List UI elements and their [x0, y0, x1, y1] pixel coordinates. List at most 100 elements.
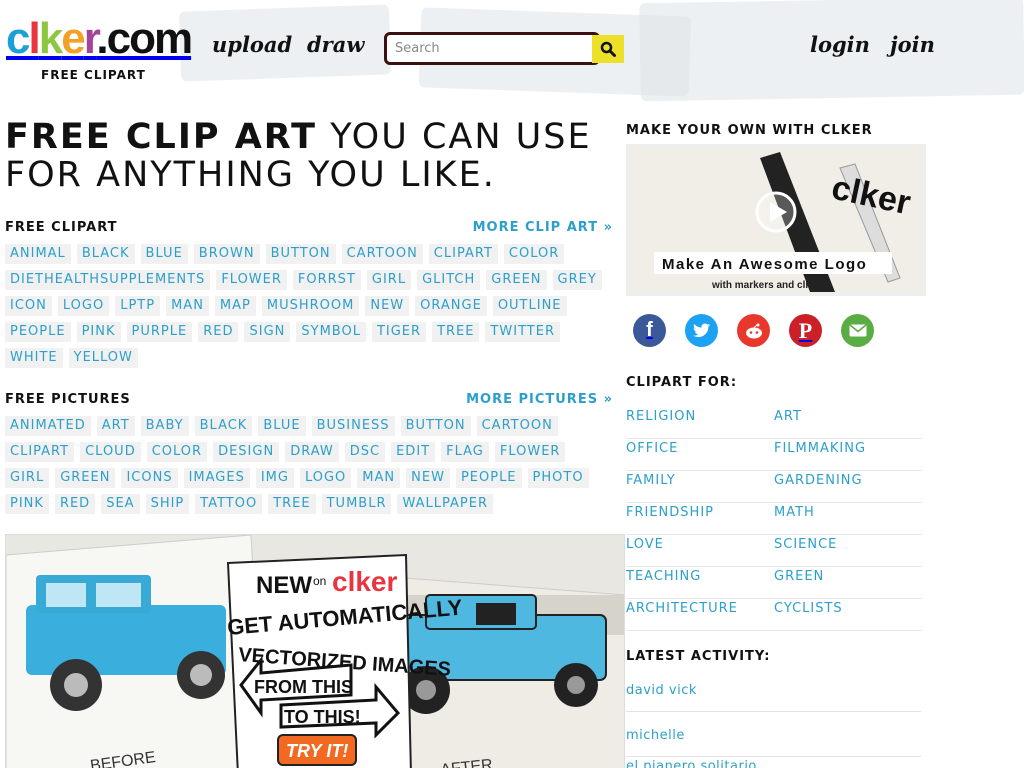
- category-link[interactable]: FRIENDSHIP: [626, 503, 774, 535]
- reddit-share-button[interactable]: [737, 314, 770, 347]
- category-link[interactable]: SCIENCE: [774, 535, 922, 567]
- tag-link[interactable]: GIRL: [366, 270, 412, 290]
- tag-link[interactable]: WALLPAPER: [397, 494, 493, 514]
- search-input[interactable]: [387, 35, 597, 62]
- site-logo[interactable]: clker.com FREE CLIPART: [6, 14, 193, 86]
- tag-link[interactable]: FLOWER: [494, 442, 566, 462]
- tag-link[interactable]: DESIGN: [213, 442, 280, 462]
- tag-link[interactable]: MUSHROOM: [261, 296, 360, 316]
- tag-link[interactable]: FORRST: [292, 270, 361, 290]
- category-link[interactable]: GREEN: [774, 567, 922, 599]
- tag-link[interactable]: COLOR: [146, 442, 208, 462]
- tag-link[interactable]: TWITTER: [485, 322, 560, 342]
- vectorize-promo-banner[interactable]: NEW on clker GET AUTOMATICALLY VECTORIZE…: [5, 534, 625, 768]
- login-link[interactable]: login: [810, 32, 870, 57]
- tag-link[interactable]: YELLOW: [68, 348, 138, 368]
- tag-link[interactable]: ICON: [5, 296, 52, 316]
- draw-link[interactable]: draw: [307, 32, 364, 57]
- category-link[interactable]: FILMMAKING: [774, 439, 922, 471]
- tag-link[interactable]: PHOTO: [527, 468, 589, 488]
- tag-link[interactable]: SHIP: [145, 494, 190, 514]
- join-link[interactable]: join: [890, 32, 935, 57]
- tag-link[interactable]: LPTP: [115, 296, 161, 316]
- tag-link[interactable]: CARTOON: [341, 244, 423, 264]
- tag-link[interactable]: BLUE: [258, 416, 306, 436]
- tag-link[interactable]: BLACK: [194, 416, 253, 436]
- tag-link[interactable]: OUTLINE: [492, 296, 567, 316]
- tag-link[interactable]: GREEN: [486, 270, 547, 290]
- tag-link[interactable]: ANIMAL: [5, 244, 71, 264]
- tag-link[interactable]: CARTOON: [476, 416, 558, 436]
- tag-link[interactable]: BLACK: [76, 244, 135, 264]
- tag-link[interactable]: ANIMATED: [5, 416, 91, 436]
- tag-link[interactable]: MAN: [357, 468, 401, 488]
- tag-link[interactable]: BROWN: [193, 244, 260, 264]
- tag-link[interactable]: ICONS: [121, 468, 178, 488]
- tag-link[interactable]: ART: [96, 416, 135, 436]
- tag-link[interactable]: BUTTON: [400, 416, 471, 436]
- tag-link[interactable]: FLOWER: [216, 270, 287, 290]
- tag-link[interactable]: GREEN: [55, 468, 116, 488]
- tag-link[interactable]: RED: [54, 494, 96, 514]
- tag-link[interactable]: IMAGES: [183, 468, 250, 488]
- tag-link[interactable]: PEOPLE: [5, 322, 71, 342]
- tag-link[interactable]: GREY: [552, 270, 602, 290]
- tag-link[interactable]: SIGN: [244, 322, 291, 342]
- tag-link[interactable]: DIETHEALTHSUPPLEMENTS: [5, 270, 211, 290]
- tag-link[interactable]: GLITCH: [417, 270, 481, 290]
- tag-link[interactable]: SEA: [101, 494, 140, 514]
- tag-link[interactable]: TATTOO: [195, 494, 263, 514]
- tag-link[interactable]: DRAW: [285, 442, 339, 462]
- tag-link[interactable]: LOGO: [57, 296, 110, 316]
- category-link[interactable]: ART: [774, 407, 922, 439]
- tag-link[interactable]: WHITE: [5, 348, 63, 368]
- category-link[interactable]: LOVE: [626, 535, 774, 567]
- category-link[interactable]: CYCLISTS: [774, 599, 922, 631]
- tag-link[interactable]: RED: [198, 322, 239, 342]
- twitter-share-button[interactable]: [685, 314, 718, 347]
- upload-link[interactable]: upload: [212, 32, 292, 57]
- category-link[interactable]: OFFICE: [626, 439, 774, 471]
- tag-link[interactable]: MAN: [166, 296, 209, 316]
- category-link[interactable]: FAMILY: [626, 471, 774, 503]
- category-link[interactable]: RELIGION: [626, 407, 774, 439]
- email-share-button[interactable]: [841, 314, 874, 347]
- activity-user-link[interactable]: david vick: [626, 682, 921, 712]
- tag-link[interactable]: MAP: [214, 296, 256, 316]
- activity-user-link[interactable]: michelle: [626, 727, 921, 757]
- tag-link[interactable]: BLUE: [140, 244, 188, 264]
- tag-link[interactable]: NEW: [406, 468, 450, 488]
- tag-link[interactable]: BABY: [140, 416, 189, 436]
- tag-link[interactable]: TUMBLR: [321, 494, 392, 514]
- tag-link[interactable]: TREE: [432, 322, 480, 342]
- tag-link[interactable]: LOGO: [299, 468, 352, 488]
- tag-link[interactable]: TIGER: [371, 322, 427, 342]
- tag-link[interactable]: PEOPLE: [455, 468, 522, 488]
- tag-link[interactable]: CLOUD: [80, 442, 141, 462]
- tag-link[interactable]: EDIT: [391, 442, 436, 462]
- tag-link[interactable]: PINK: [76, 322, 121, 342]
- search-button[interactable]: [592, 35, 624, 63]
- tag-link[interactable]: BUSINESS: [311, 416, 395, 436]
- tag-link[interactable]: PURPLE: [126, 322, 193, 342]
- tag-link[interactable]: GIRL: [5, 468, 50, 488]
- tag-link[interactable]: TREE: [268, 494, 316, 514]
- more-pictures-link[interactable]: MORE PICTURES »: [466, 392, 613, 407]
- logo-video-thumbnail[interactable]: clker Make An Awesome Logo with markers …: [626, 144, 926, 296]
- category-link[interactable]: ARCHITECTURE: [626, 599, 774, 631]
- more-clipart-link[interactable]: MORE CLIP ART »: [473, 220, 613, 235]
- tag-link[interactable]: ORANGE: [415, 296, 487, 316]
- tag-link[interactable]: BUTTON: [265, 244, 336, 264]
- tag-link[interactable]: SYMBOL: [296, 322, 366, 342]
- tag-link[interactable]: CLIPART: [428, 244, 498, 264]
- category-link[interactable]: MATH: [774, 503, 922, 535]
- category-link[interactable]: TEACHING: [626, 567, 774, 599]
- tag-link[interactable]: PINK: [5, 494, 49, 514]
- tag-link[interactable]: FLAG: [441, 442, 489, 462]
- facebook-share-button[interactable]: f: [633, 314, 666, 347]
- pinterest-share-button[interactable]: P: [789, 314, 822, 347]
- tag-link[interactable]: CLIPART: [5, 442, 75, 462]
- activity-user-link[interactable]: el pianero solitario: [626, 758, 921, 768]
- tag-link[interactable]: COLOR: [503, 244, 565, 264]
- category-link[interactable]: GARDENING: [774, 471, 922, 503]
